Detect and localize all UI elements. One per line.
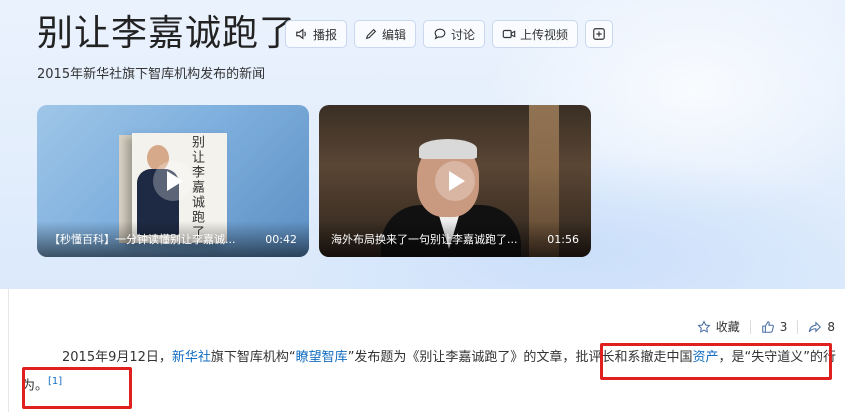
text-segment: 旗下智库机构“ [210,350,296,365]
video-title: 海外布局换来了一句别让李嘉诚跑了... [331,233,518,246]
page-subtitle: 2015年新华社旗下智库机构发布的新闻 [37,67,266,82]
upload-video-label: 上传视频 [520,27,569,42]
video-caption: 海外布局换来了一句别让李嘉诚跑了... 01:56 [319,221,591,257]
add-button[interactable] [585,20,614,48]
video-camera-icon [502,29,516,39]
speaker-icon [296,28,306,40]
broadcast-button[interactable]: 播报 [285,20,348,48]
share-button[interactable]: 8 [798,320,845,334]
favorite-button[interactable]: 收藏 [687,318,750,335]
video-duration: 00:42 [265,232,297,246]
thumbs-up-icon [761,320,774,333]
lemma-actions: 收藏 3 8 [687,318,845,335]
favorite-label: 收藏 [715,320,740,334]
pencil-icon [365,28,377,40]
lemma-toolbar: 播报 编辑 讨论 上传视频 [285,20,614,48]
link-liaowang[interactable]: 瞭望智库 [296,350,348,365]
edit-button[interactable]: 编辑 [354,20,417,48]
plus-square-icon [593,28,605,40]
upload-video-button[interactable]: 上传视频 [492,20,579,48]
page-title: 别让李嘉诚跑了 [37,13,297,54]
play-icon[interactable] [435,161,475,201]
broadcast-label: 播报 [313,27,338,42]
share-count: 8 [827,319,835,334]
video-title: 【秒懂百科】一分钟读懂别让李嘉诚... [49,233,236,246]
lemma-header: 别让李嘉诚跑了 2015年新华社旗下智库机构发布的新闻 播报 编辑 讨论 上传视… [0,0,845,289]
discuss-label: 讨论 [451,27,476,42]
content-divider [8,289,9,412]
video-duration: 01:56 [547,232,579,246]
video-card[interactable]: 别让李嘉诚跑了 【秒懂百科】一分钟读懂别让李嘉诚... 00:42 [37,105,309,257]
like-count: 3 [779,319,788,334]
text-segment: ”发布题为《别让李嘉诚跑了》的文章， [347,350,576,365]
text-segment: 2015年9月12日， [62,350,172,365]
edit-label: 编辑 [382,27,407,42]
like-button[interactable]: 3 [751,320,798,334]
chat-bubble-icon [434,28,446,40]
star-icon [697,319,711,333]
share-icon [809,320,822,333]
play-icon[interactable] [153,161,193,201]
highlight-box [22,367,132,409]
video-card[interactable]: 海外布局换来了一句别让李嘉诚跑了... 01:56 [319,105,591,257]
link-xinhua[interactable]: 新华社 [172,350,211,365]
discuss-button[interactable]: 讨论 [423,20,486,48]
video-caption: 【秒懂百科】一分钟读懂别让李嘉诚... 00:42 [37,221,309,257]
highlight-box [600,343,832,380]
